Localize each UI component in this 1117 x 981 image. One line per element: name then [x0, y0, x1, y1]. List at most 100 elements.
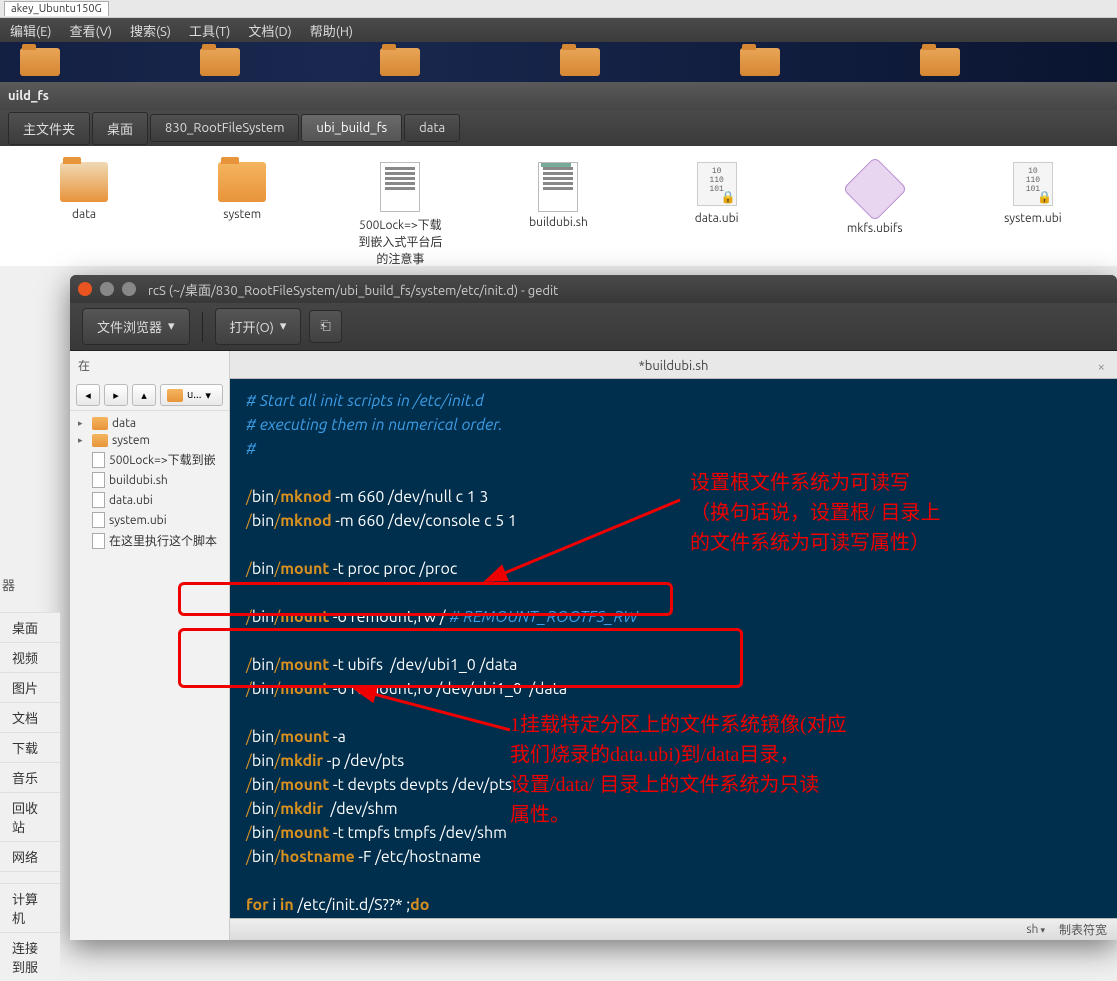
- new-tab-button[interactable]: ⎗: [309, 310, 341, 343]
- desktop-folder-icon[interactable]: [920, 48, 960, 76]
- window-close-icon[interactable]: [78, 282, 92, 296]
- chevron-down-icon: ▾: [168, 319, 175, 334]
- label: u...: [187, 389, 201, 401]
- desktop-background: [0, 42, 1117, 82]
- file-mini-icon: [92, 512, 105, 528]
- item-label: system: [223, 208, 261, 221]
- annotation-box-2: [178, 628, 743, 688]
- item-label: 500Lock=>下载到嵌入式平台后的注意事: [356, 216, 444, 267]
- sidebar-label: 在: [70, 351, 229, 380]
- folder-mini-icon: [92, 434, 108, 447]
- nav-location-dropdown[interactable]: u... ▾: [160, 384, 223, 406]
- label: system.ubi: [109, 514, 167, 527]
- label: data: [112, 417, 136, 430]
- annotation-arrow-2: [360, 685, 520, 748]
- place-documents[interactable]: 文档: [0, 702, 60, 732]
- annotation-text-1: 设置根文件系统为可读写 （换句话说，设置根/ 目录上 的文件系统为可读写属性）: [690, 468, 941, 558]
- nav-forward-button[interactable]: ▸: [104, 384, 128, 406]
- gedit-statusbar: sh 制表符宽: [230, 918, 1117, 940]
- place-trash[interactable]: 回收站: [0, 792, 60, 841]
- tree-folder-system[interactable]: ▸system: [70, 432, 229, 449]
- nav-up-button[interactable]: ▴: [132, 384, 156, 406]
- place-downloads[interactable]: 下载: [0, 732, 60, 762]
- tree-file[interactable]: system.ubi: [70, 510, 229, 530]
- place-pictures[interactable]: 图片: [0, 672, 60, 702]
- file-systemubi[interactable]: 10110101 system.ubi: [989, 162, 1077, 225]
- document-icon: [380, 162, 420, 212]
- folder-mini-icon: [92, 417, 108, 430]
- item-label: data.ubi: [695, 212, 739, 225]
- crumb-home[interactable]: 主文件夹: [8, 112, 90, 145]
- menubar: 编辑(E) 查看(V) 搜索(S) 工具(T) 文档(D) 帮助(H): [0, 18, 1117, 42]
- filemanager-titlebar: uild_fs: [0, 82, 1117, 110]
- menu-view[interactable]: 查看(V): [69, 21, 111, 40]
- place-desktop[interactable]: 桌面: [0, 612, 60, 642]
- vm-tab[interactable]: akey_Ubuntu150G: [4, 1, 109, 16]
- tab-close-icon[interactable]: ×: [1098, 360, 1105, 374]
- file-dataubi[interactable]: 10110101 data.ubi: [673, 162, 761, 225]
- folder-system[interactable]: system: [198, 162, 286, 221]
- label: 在这里执行这个脚本: [109, 532, 217, 549]
- place-videos[interactable]: 视频: [0, 642, 60, 672]
- place-computer[interactable]: 计算机: [0, 883, 60, 932]
- side-fragment-label: 器: [2, 575, 15, 594]
- chevron-down-icon: ▾: [280, 319, 287, 334]
- menu-search[interactable]: 搜索(S): [130, 21, 171, 40]
- open-button[interactable]: 打开(O) ▾: [215, 308, 302, 345]
- folder-data[interactable]: data: [40, 162, 128, 221]
- item-label: mkfs.ubifs: [847, 222, 903, 235]
- menu-docs[interactable]: 文档(D): [248, 21, 291, 40]
- gedit-title: rcS (~/桌面/830_RootFileSystem/ubi_build_f…: [148, 280, 558, 299]
- crumb-rootfs[interactable]: 830_RootFileSystem: [150, 114, 299, 142]
- status-tabwidth[interactable]: 制表符宽: [1059, 921, 1107, 938]
- desktop-folder-icon[interactable]: [740, 48, 780, 76]
- tree-file[interactable]: data.ubi: [70, 490, 229, 510]
- place-connect[interactable]: 连接到服: [0, 932, 60, 981]
- filemanager-title: uild_fs: [8, 89, 49, 103]
- folder-open-icon: [60, 162, 108, 202]
- file-mkfsubifs[interactable]: mkfs.ubifs: [831, 162, 919, 235]
- menu-edit[interactable]: 编辑(E): [10, 21, 51, 40]
- filemanager-content: data system 500Lock=>下载到嵌入式平台后的注意事 build…: [0, 146, 1117, 266]
- label: buildubi.sh: [109, 474, 168, 487]
- menu-help[interactable]: 帮助(H): [310, 21, 353, 40]
- gedit-toolbar: 文件浏览器 ▾ 打开(O) ▾ ⎗: [70, 303, 1117, 351]
- place-network[interactable]: 网络: [0, 841, 60, 871]
- item-label: data: [72, 208, 96, 221]
- file-browser-button[interactable]: 文件浏览器 ▾: [82, 308, 190, 345]
- label: 文件浏览器: [97, 317, 162, 336]
- editor-tab[interactable]: *buildubi.sh ×: [230, 354, 1117, 378]
- folder-icon: [218, 162, 266, 202]
- binary-lock-icon: 10110101: [697, 162, 737, 206]
- status-language[interactable]: sh: [1026, 923, 1045, 936]
- file-mini-icon: [92, 492, 105, 508]
- desktop-folder-icon[interactable]: [560, 48, 600, 76]
- window-maximize-icon[interactable]: [122, 282, 136, 296]
- gedit-tabbar: *buildubi.sh ×: [230, 351, 1117, 379]
- desktop-folder-icon[interactable]: [20, 48, 60, 76]
- window-minimize-icon[interactable]: [100, 282, 114, 296]
- file-mini-icon: [92, 452, 105, 468]
- nav-back-button[interactable]: ◂: [76, 384, 100, 406]
- place-music[interactable]: 音乐: [0, 762, 60, 792]
- gedit-titlebar[interactable]: rcS (~/桌面/830_RootFileSystem/ubi_build_f…: [70, 275, 1117, 303]
- tree-file[interactable]: 500Lock=>下载到嵌: [70, 449, 229, 470]
- item-label: buildubi.sh: [529, 216, 588, 229]
- spacer: [0, 871, 60, 883]
- places-sidebar: 桌面 视频 图片 文档 下载 音乐 回收站 网络 计算机 连接到服: [0, 612, 60, 981]
- crumb-data[interactable]: data: [404, 114, 460, 142]
- crumb-buildfs[interactable]: ubi_build_fs: [301, 114, 402, 142]
- desktop-folder-icon[interactable]: [200, 48, 240, 76]
- file-500lock[interactable]: 500Lock=>下载到嵌入式平台后的注意事: [356, 162, 444, 267]
- menu-tools[interactable]: 工具(T): [189, 21, 230, 40]
- tree-file[interactable]: buildubi.sh: [70, 470, 229, 490]
- file-buildubi[interactable]: buildubi.sh: [514, 162, 602, 229]
- label: data.ubi: [109, 494, 153, 507]
- tree-folder-data[interactable]: ▸data: [70, 415, 229, 432]
- tree-file[interactable]: 在这里执行这个脚本: [70, 530, 229, 551]
- file-mini-icon: [92, 533, 105, 549]
- binary-lock-icon: 10110101: [1013, 162, 1053, 206]
- crumb-desktop[interactable]: 桌面: [92, 112, 148, 145]
- desktop-folder-icon[interactable]: [380, 48, 420, 76]
- sidebar-tree: ▸data ▸system 500Lock=>下载到嵌 buildubi.sh …: [70, 411, 229, 555]
